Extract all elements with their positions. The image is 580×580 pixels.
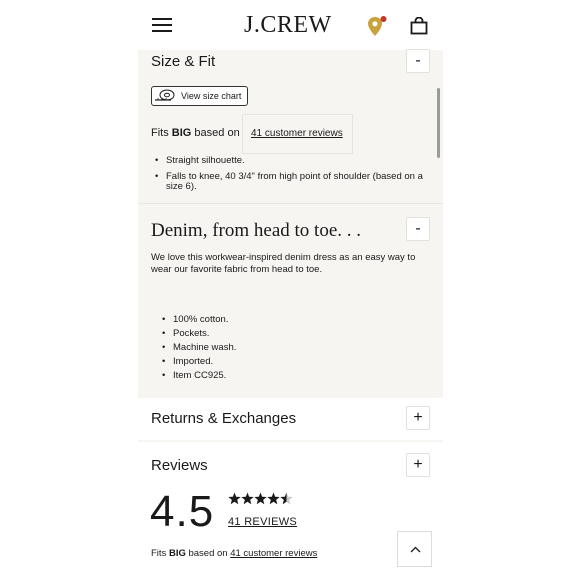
customer-reviews-link[interactable]: 41 customer reviews (251, 128, 343, 139)
denim-collapse-button[interactable]: - (406, 217, 430, 241)
list-item: Machine wash. (162, 342, 362, 354)
reviews-customer-link[interactable]: 41 customer reviews (230, 548, 317, 559)
average-rating: 4.5 (150, 487, 215, 536)
hamburger-menu-icon[interactable] (152, 18, 172, 32)
star-rating (228, 492, 294, 506)
chevron-up-icon (410, 546, 421, 553)
notification-badge (380, 16, 387, 22)
list-item: Straight silhouette. (155, 155, 423, 167)
returns-expand-button[interactable]: + (406, 406, 430, 430)
size-fit-collapse-button[interactable]: - (406, 49, 430, 73)
divider (138, 203, 443, 204)
denim-bullets: 100% cotton. Pockets. Machine wash. Impo… (162, 314, 362, 382)
scrollbar[interactable] (437, 88, 440, 158)
customer-reviews-link-box[interactable]: 41 customer reviews (242, 114, 353, 154)
view-size-chart-button[interactable]: View size chart (151, 86, 248, 106)
list-item: 100% cotton. (162, 314, 362, 326)
denim-description: We love this workwear-inspired denim dre… (151, 252, 416, 275)
location-pin-icon[interactable] (366, 14, 388, 40)
star-icon (254, 492, 267, 505)
reviews-title: Reviews (151, 457, 208, 474)
list-item: Pockets. (162, 328, 362, 340)
size-chart-label: View size chart (181, 91, 242, 101)
denim-section-title: Denim, from head to toe. . . (151, 220, 362, 241)
fit-value: BIG (171, 127, 192, 139)
returns-exchanges-title: Returns & Exchanges (151, 410, 297, 427)
measuring-tape-icon (155, 89, 175, 101)
jcrew-logo[interactable]: J.CREW (244, 12, 332, 39)
product-details-page: J.CREW Size & Fit - View size chart Fits… (138, 0, 443, 580)
shopping-bag-icon[interactable] (410, 16, 428, 35)
site-header: J.CREW (138, 0, 443, 50)
star-icon (241, 492, 254, 505)
list-item: Falls to knee, 40 3/4" from high point o… (155, 171, 423, 193)
reviews-fit-summary: Fits BIG based on 41 customer reviews (151, 548, 318, 559)
reviews-count-link[interactable]: 41 REVIEWS (228, 516, 297, 528)
back-to-top-button[interactable] (397, 531, 432, 567)
reviews-expand-button[interactable]: + (406, 453, 430, 477)
returns-exchanges-section[interactable]: Returns & Exchanges + (138, 398, 443, 440)
list-item: Imported. (162, 356, 362, 368)
fit-summary: Fits BIG based on (151, 127, 240, 139)
size-fit-title: Size & Fit (151, 53, 216, 70)
star-icon (267, 492, 280, 505)
star-icon (228, 492, 241, 505)
size-fit-bullets: Straight silhouette. Falls to knee, 40 3… (155, 155, 423, 193)
list-item: Item CC925. (162, 370, 362, 382)
